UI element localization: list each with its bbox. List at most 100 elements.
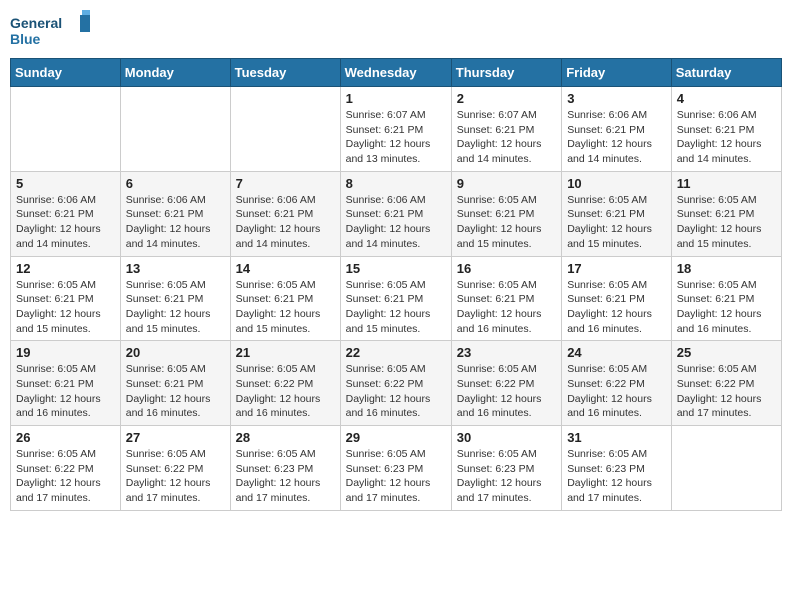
calendar-cell: 29 Sunrise: 6:05 AMSunset: 6:23 PMDayligh… <box>340 426 451 511</box>
day-info: Sunrise: 6:05 AMSunset: 6:22 PMDaylight:… <box>236 362 335 421</box>
calendar-cell <box>230 87 340 172</box>
calendar-cell: 25 Sunrise: 6:05 AMSunset: 6:22 PMDayligh… <box>671 341 781 426</box>
calendar-cell: 22 Sunrise: 6:05 AMSunset: 6:22 PMDayligh… <box>340 341 451 426</box>
day-number: 24 <box>567 345 666 360</box>
logo-svg: General Blue <box>10 10 90 50</box>
day-info: Sunrise: 6:07 AMSunset: 6:21 PMDaylight:… <box>457 108 556 167</box>
weekday-header-sunday: Sunday <box>11 59 121 87</box>
day-number: 1 <box>346 91 446 106</box>
calendar-cell: 12Sunrise: 6:05 AMSunset: 6:21 PMDayligh… <box>11 256 121 341</box>
weekday-header-friday: Friday <box>562 59 672 87</box>
day-info: Sunrise: 6:05 AMSunset: 6:21 PMDaylight:… <box>677 278 776 337</box>
day-number: 11 <box>677 176 776 191</box>
day-info: Sunrise: 6:06 AMSunset: 6:21 PMDaylight:… <box>567 108 666 167</box>
calendar-cell: 8 Sunrise: 6:06 AMSunset: 6:21 PMDaylight… <box>340 171 451 256</box>
day-info: Sunrise: 6:05 AMSunset: 6:22 PMDaylight:… <box>567 362 666 421</box>
calendar-cell: 3 Sunrise: 6:06 AMSunset: 6:21 PMDaylight… <box>562 87 672 172</box>
calendar-cell: 2 Sunrise: 6:07 AMSunset: 6:21 PMDaylight… <box>451 87 561 172</box>
day-info: Sunrise: 6:05 AMSunset: 6:21 PMDaylight:… <box>677 193 776 252</box>
week-row-2: 5 Sunrise: 6:06 AMSunset: 6:21 PMDaylight… <box>11 171 782 256</box>
day-number: 6 <box>126 176 225 191</box>
day-number: 10 <box>567 176 666 191</box>
day-number: 26 <box>16 430 115 445</box>
calendar-cell <box>671 426 781 511</box>
day-info: Sunrise: 6:06 AMSunset: 6:21 PMDaylight:… <box>346 193 446 252</box>
calendar-cell: 31 Sunrise: 6:05 AMSunset: 6:23 PMDayligh… <box>562 426 672 511</box>
day-info: Sunrise: 6:05 AMSunset: 6:21 PMDaylight:… <box>16 278 115 337</box>
day-info: Sunrise: 6:06 AMSunset: 6:21 PMDaylight:… <box>126 193 225 252</box>
day-number: 17 <box>567 261 666 276</box>
weekday-header-monday: Monday <box>120 59 230 87</box>
calendar-cell: 18 Sunrise: 6:05 AMSunset: 6:21 PMDayligh… <box>671 256 781 341</box>
page-header: General Blue <box>10 10 782 50</box>
day-info: Sunrise: 6:05 AMSunset: 6:23 PMDaylight:… <box>567 447 666 506</box>
calendar-cell: 10 Sunrise: 6:05 AMSunset: 6:21 PMDayligh… <box>562 171 672 256</box>
day-number: 27 <box>126 430 225 445</box>
calendar-cell: 27 Sunrise: 6:05 AMSunset: 6:22 PMDayligh… <box>120 426 230 511</box>
day-info: Sunrise: 6:05 AMSunset: 6:21 PMDaylight:… <box>457 193 556 252</box>
calendar-cell: 13Sunrise: 6:05 AMSunset: 6:21 PMDayligh… <box>120 256 230 341</box>
day-info: Sunrise: 6:05 AMSunset: 6:21 PMDaylight:… <box>16 362 115 421</box>
svg-text:General: General <box>10 15 62 31</box>
day-info: Sunrise: 6:06 AMSunset: 6:21 PMDaylight:… <box>677 108 776 167</box>
logo: General Blue <box>10 10 90 50</box>
day-number: 14 <box>236 261 335 276</box>
day-info: Sunrise: 6:05 AMSunset: 6:22 PMDaylight:… <box>126 447 225 506</box>
day-info: Sunrise: 6:06 AMSunset: 6:21 PMDaylight:… <box>16 193 115 252</box>
day-number: 15 <box>346 261 446 276</box>
calendar-cell: 28 Sunrise: 6:05 AMSunset: 6:23 PMDayligh… <box>230 426 340 511</box>
day-info: Sunrise: 6:05 AMSunset: 6:21 PMDaylight:… <box>346 278 446 337</box>
weekday-header-thursday: Thursday <box>451 59 561 87</box>
day-number: 2 <box>457 91 556 106</box>
day-number: 16 <box>457 261 556 276</box>
day-info: Sunrise: 6:05 AMSunset: 6:21 PMDaylight:… <box>567 278 666 337</box>
day-info: Sunrise: 6:05 AMSunset: 6:22 PMDaylight:… <box>346 362 446 421</box>
day-info: Sunrise: 6:05 AMSunset: 6:21 PMDaylight:… <box>457 278 556 337</box>
calendar-cell <box>11 87 121 172</box>
week-row-4: 19Sunrise: 6:05 AMSunset: 6:21 PMDayligh… <box>11 341 782 426</box>
calendar-cell: 5 Sunrise: 6:06 AMSunset: 6:21 PMDaylight… <box>11 171 121 256</box>
day-number: 22 <box>346 345 446 360</box>
day-info: Sunrise: 6:05 AMSunset: 6:22 PMDaylight:… <box>677 362 776 421</box>
day-number: 29 <box>346 430 446 445</box>
calendar-cell: 1 Sunrise: 6:07 AMSunset: 6:21 PMDaylight… <box>340 87 451 172</box>
day-info: Sunrise: 6:06 AMSunset: 6:21 PMDaylight:… <box>236 193 335 252</box>
day-number: 21 <box>236 345 335 360</box>
day-number: 5 <box>16 176 115 191</box>
calendar-cell: 16 Sunrise: 6:05 AMSunset: 6:21 PMDayligh… <box>451 256 561 341</box>
day-number: 13 <box>126 261 225 276</box>
day-number: 25 <box>677 345 776 360</box>
calendar-table: SundayMondayTuesdayWednesdayThursdayFrid… <box>10 58 782 511</box>
weekday-header-wednesday: Wednesday <box>340 59 451 87</box>
calendar-cell: 7Sunrise: 6:06 AMSunset: 6:21 PMDaylight… <box>230 171 340 256</box>
calendar-cell: 4 Sunrise: 6:06 AMSunset: 6:21 PMDaylight… <box>671 87 781 172</box>
day-info: Sunrise: 6:05 AMSunset: 6:23 PMDaylight:… <box>457 447 556 506</box>
calendar-cell: 9Sunrise: 6:05 AMSunset: 6:21 PMDaylight… <box>451 171 561 256</box>
svg-text:Blue: Blue <box>10 31 41 47</box>
day-info: Sunrise: 6:07 AMSunset: 6:21 PMDaylight:… <box>346 108 446 167</box>
day-info: Sunrise: 6:05 AMSunset: 6:23 PMDaylight:… <box>346 447 446 506</box>
day-number: 18 <box>677 261 776 276</box>
calendar-cell: 26Sunrise: 6:05 AMSunset: 6:22 PMDayligh… <box>11 426 121 511</box>
day-info: Sunrise: 6:05 AMSunset: 6:23 PMDaylight:… <box>236 447 335 506</box>
week-row-5: 26 Sunrise: 6:05 AMSunset: 6:22 PMDayligh… <box>11 426 782 511</box>
day-number: 31 <box>567 430 666 445</box>
day-info: Sunrise: 6:05 AMSunset: 6:21 PMDaylight:… <box>236 278 335 337</box>
calendar-cell: 20Sunrise: 6:05 AMSunset: 6:21 PMDayligh… <box>120 341 230 426</box>
calendar-cell: 15 Sunrise: 6:05 AMSunset: 6:21 PMDayligh… <box>340 256 451 341</box>
day-number: 8 <box>346 176 446 191</box>
day-info: Sunrise: 6:05 AMSunset: 6:21 PMDaylight:… <box>126 362 225 421</box>
day-number: 23 <box>457 345 556 360</box>
calendar-cell: 21 Sunrise: 6:05 AMSunset: 6:22 PMDayligh… <box>230 341 340 426</box>
week-row-3: 12Sunrise: 6:05 AMSunset: 6:21 PMDayligh… <box>11 256 782 341</box>
weekday-header-tuesday: Tuesday <box>230 59 340 87</box>
calendar-cell: 6 Sunrise: 6:06 AMSunset: 6:21 PMDaylight… <box>120 171 230 256</box>
day-info: Sunrise: 6:05 AMSunset: 6:21 PMDaylight:… <box>567 193 666 252</box>
day-number: 30 <box>457 430 556 445</box>
day-number: 4 <box>677 91 776 106</box>
calendar-cell: 11 Sunrise: 6:05 AMSunset: 6:21 PMDayligh… <box>671 171 781 256</box>
day-number: 3 <box>567 91 666 106</box>
calendar-cell: 19Sunrise: 6:05 AMSunset: 6:21 PMDayligh… <box>11 341 121 426</box>
calendar-cell: 30 Sunrise: 6:05 AMSunset: 6:23 PMDayligh… <box>451 426 561 511</box>
day-number: 28 <box>236 430 335 445</box>
